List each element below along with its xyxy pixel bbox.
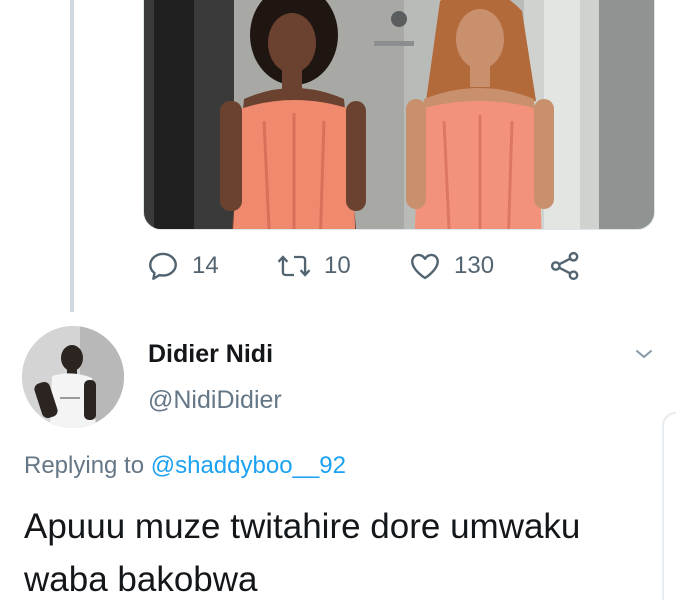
- retweet-count: 10: [324, 252, 351, 279]
- like-icon: [408, 249, 442, 283]
- share-icon: [548, 249, 582, 283]
- tweet-text: Apuuu muze twitahire dore umwaku waba ba…: [24, 507, 581, 599]
- reply-icon: [146, 249, 180, 283]
- tweet-action-bar: 14 10 130: [146, 248, 582, 284]
- user-handle[interactable]: @NidiDidier: [148, 386, 282, 415]
- mention-link[interactable]: @shaddyboo__92: [151, 452, 346, 479]
- avatar[interactable]: [22, 326, 124, 428]
- retweet-button[interactable]: 10: [276, 249, 408, 283]
- like-count: 130: [454, 252, 495, 279]
- reply-count: 14: [192, 252, 219, 279]
- chevron-down-icon: [632, 350, 656, 370]
- display-name[interactable]: Didier Nidi: [148, 340, 273, 369]
- tweet-menu-button[interactable]: [632, 342, 656, 371]
- thread-connector-line: [70, 0, 74, 312]
- share-button[interactable]: [548, 249, 582, 283]
- replying-to-line: Replying to @shaddyboo__92: [24, 452, 346, 480]
- tweet-media-photo[interactable]: [143, 0, 655, 230]
- reply-button[interactable]: 14: [146, 249, 276, 283]
- avatar-image: [22, 326, 124, 428]
- replying-prefix: Replying to: [24, 452, 145, 479]
- photo-image: [144, 0, 654, 229]
- side-panel-edge: [662, 412, 676, 600]
- tweet-thread-view: 14 10 130 Didier Nidi @NidiDidier Replyi…: [0, 0, 676, 600]
- like-button[interactable]: 130: [408, 249, 548, 283]
- retweet-icon: [276, 249, 312, 283]
